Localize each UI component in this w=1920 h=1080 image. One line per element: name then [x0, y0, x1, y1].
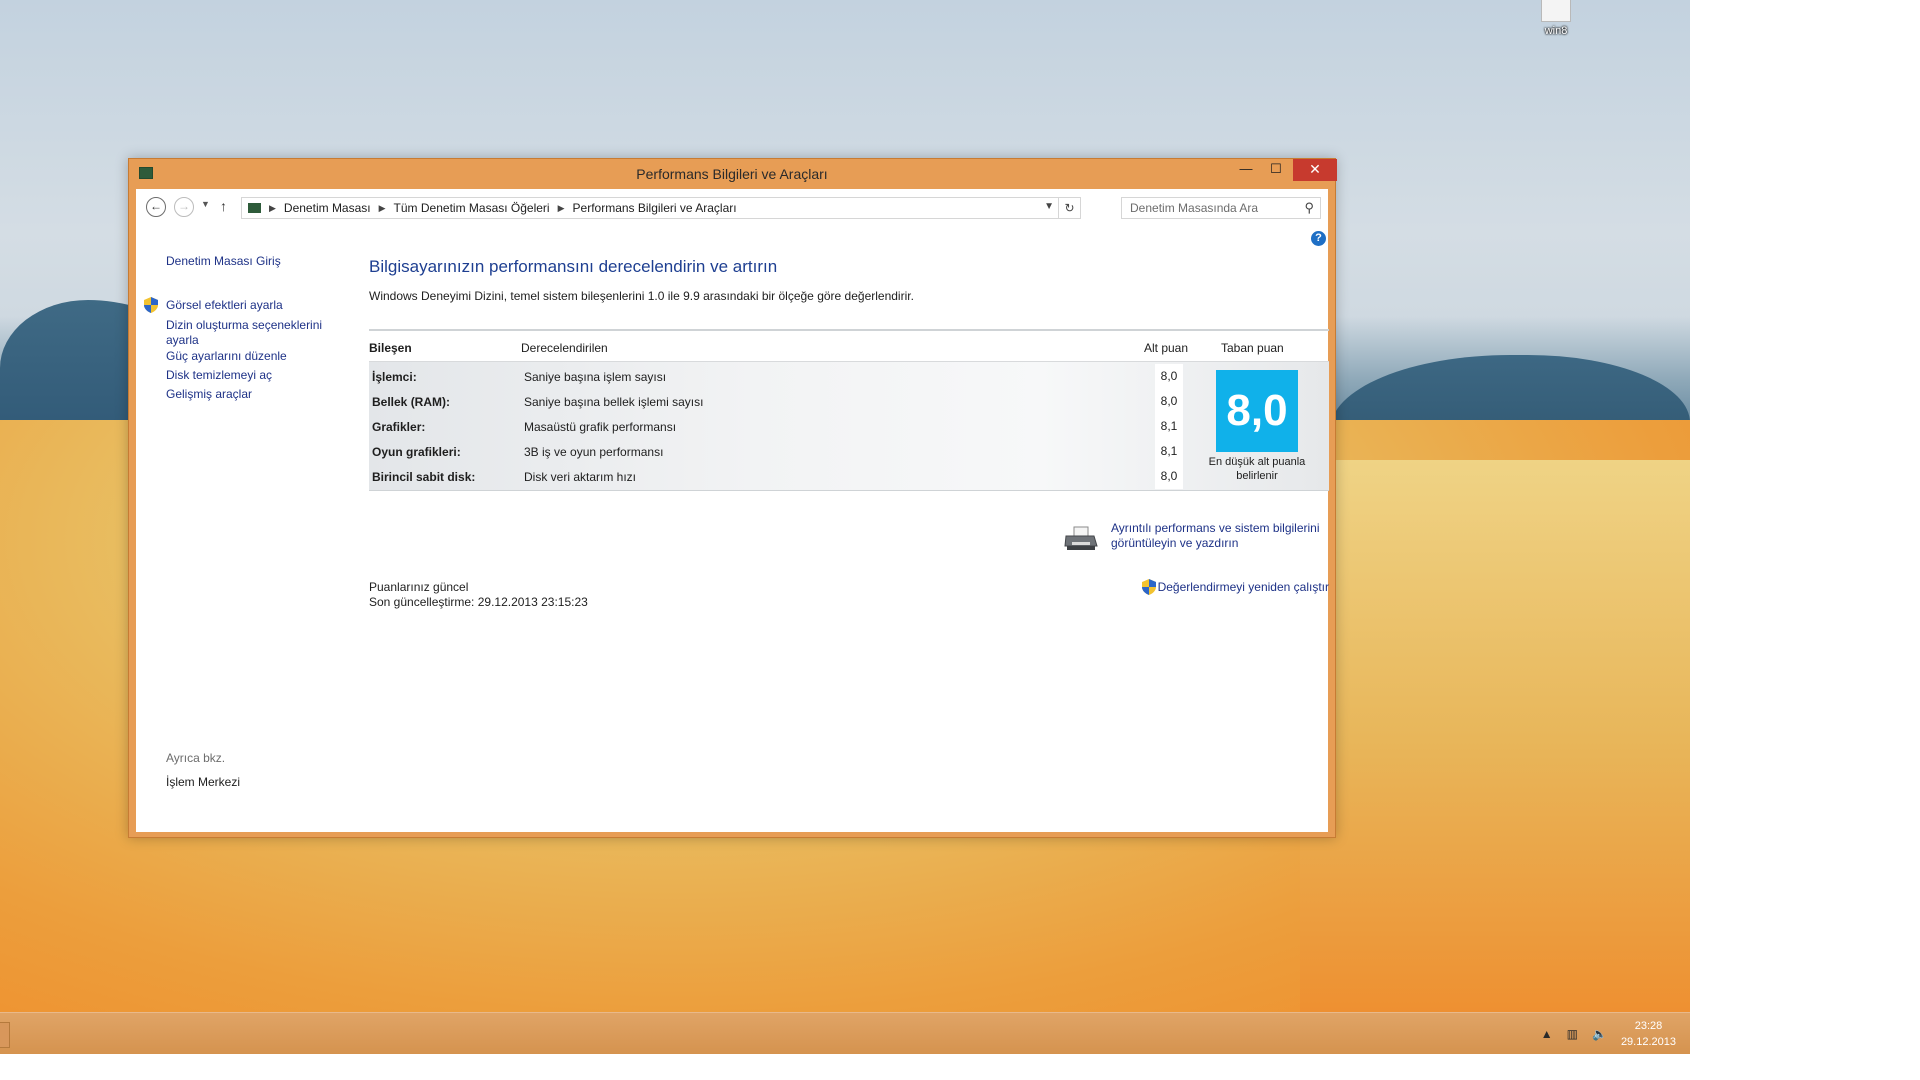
refresh-icon[interactable]: ↻ [1058, 198, 1080, 218]
maximize-button[interactable]: ☐ [1261, 159, 1291, 181]
rated-description: Saniye başına işlem sayısı [524, 370, 667, 384]
desktop-icon-win8[interactable]: win8 [1528, 0, 1584, 37]
score-table: Bileşen Derecelendirilen Alt puan Taban … [369, 329, 1329, 491]
start-button[interactable] [0, 1022, 10, 1048]
sidebar-link-advanced-tools[interactable]: Gelişmiş araçlar [166, 387, 336, 402]
address-dropdown-chevron-icon[interactable]: ▼ [1044, 201, 1054, 212]
rated-description: Masaüstü grafik performansı [524, 420, 677, 434]
table-row: Bellek (RAM): Saniye başına bellek işlem… [369, 389, 1329, 414]
subscore-value: 8,1 [1155, 414, 1183, 439]
address-bar[interactable]: ▶ Denetim Masası ▶ Tüm Denetim Masası Öğ… [241, 197, 1081, 219]
component-name: Bellek (RAM): [372, 395, 451, 409]
breadcrumb-separator-icon[interactable]: ▶ [269, 203, 276, 214]
uac-shield-icon [144, 297, 158, 313]
print-details-link[interactable]: Ayrıntılı performans ve sistem bilgileri… [1111, 521, 1336, 551]
column-header-rated: Derecelendirilen [521, 341, 608, 355]
rerun-assessment-label: Değerlendirmeyi yeniden çalıştır [1157, 580, 1329, 594]
score-table-header: Bileşen Derecelendirilen Alt puan Taban … [369, 329, 1329, 362]
component-name: Birincil sabit disk: [372, 470, 476, 484]
clock-time: 23:28 [1634, 1020, 1663, 1032]
sidebar-link-disk-cleanup[interactable]: Disk temizlemeyi aç [166, 368, 336, 383]
clock-date: 29.12.2013 [1620, 1036, 1676, 1048]
window-title: Performans Bilgileri ve Araçları [636, 166, 828, 182]
rated-description: 3B iş ve oyun performansı [524, 445, 664, 459]
system-tray: ▲ ▥ 🔈 23:28 29.12.2013 [1541, 1013, 1676, 1054]
recent-locations-chevron-icon[interactable]: ▼ [201, 199, 210, 209]
breadcrumb-all-items[interactable]: Tüm Denetim Masası Öğeleri [394, 201, 550, 215]
desktop: win8 Performans Bilgileri ve Araçları — … [0, 0, 1690, 1054]
subscore-value: 8,0 [1155, 389, 1183, 414]
back-arrow-icon[interactable]: ← [146, 197, 166, 217]
base-score-tile: 8,0 [1216, 370, 1298, 452]
close-button[interactable]: ✕ [1293, 159, 1337, 181]
navigation-bar: ← → ▼ ↑ ▶ Denetim Masası ▶ Tüm Denetim M… [136, 189, 1328, 229]
component-name: İşlemci: [372, 370, 417, 384]
subscore-value: 8,0 [1155, 364, 1183, 389]
file-icon [1541, 0, 1571, 22]
network-icon[interactable]: ▥ [1567, 1027, 1578, 1041]
component-name: Oyun grafikleri: [372, 445, 461, 459]
forward-arrow-icon[interactable]: → [174, 197, 194, 217]
sidebar-home-link[interactable]: Denetim Masası Giriş [166, 254, 336, 269]
base-score-caption: En düşük alt puanla belirlenir [1208, 456, 1306, 482]
main-content: Bilgisayarınızın performansını derecelen… [369, 239, 1329, 829]
performance-window: Performans Bilgileri ve Araçları — ☐ ✕ ←… [128, 158, 1337, 838]
wallpaper-sand-right [1300, 460, 1690, 1020]
table-row: Birincil sabit disk: Disk veri aktarım h… [369, 464, 1329, 489]
see-also-label: Ayrıca bkz. [166, 751, 226, 765]
component-name: Grafikler: [372, 420, 426, 434]
action-center-link[interactable]: İşlem Merkezi [166, 775, 240, 789]
desktop-icon-label: win8 [1544, 25, 1568, 37]
breadcrumb-control-panel[interactable]: Denetim Masası [284, 201, 371, 215]
subscore-value: 8,0 [1155, 464, 1183, 489]
column-header-component: Bileşen [369, 341, 412, 355]
speaker-icon[interactable]: 🔈 [1592, 1027, 1607, 1041]
breadcrumb-performance[interactable]: Performans Bilgileri ve Araçları [573, 201, 737, 215]
printer-icon [1064, 526, 1098, 550]
scores-status: Puanlarınız güncel [369, 580, 469, 594]
sidebar-link-power-settings[interactable]: Güç ayarlarını düzenle [166, 349, 336, 364]
last-updated: Son güncelleştirme: 29.12.2013 23:15:23 [369, 595, 588, 609]
table-row: İşlemci: Saniye başına işlem sayısı 8,0 [369, 364, 1329, 389]
taskbar: ▲ ▥ 🔈 23:28 29.12.2013 [0, 1012, 1690, 1054]
breadcrumb-separator-icon[interactable]: ▶ [558, 203, 565, 214]
minimize-button[interactable]: — [1231, 159, 1261, 181]
uac-shield-icon [1141, 579, 1156, 595]
sidebar-link-visual-effects[interactable]: Görsel efektleri ayarla [166, 298, 336, 313]
column-header-subscore: Alt puan [1144, 341, 1189, 355]
search-placeholder: Denetim Masasında Ara [1130, 201, 1259, 215]
control-panel-icon [248, 203, 261, 213]
table-row: Oyun grafikleri: 3B iş ve oyun performan… [369, 439, 1329, 464]
search-input[interactable]: Denetim Masasında Ara ⚲ [1121, 197, 1321, 219]
search-icon[interactable]: ⚲ [1304, 200, 1314, 216]
column-header-base-score: Taban puan [1221, 341, 1284, 355]
score-table-body: İşlemci: Saniye başına işlem sayısı 8,0 … [369, 362, 1329, 491]
rerun-assessment-link[interactable]: Değerlendirmeyi yeniden çalıştır [1141, 579, 1329, 595]
rated-description: Disk veri aktarım hızı [524, 470, 637, 484]
window-client: ← → ▼ ↑ ▶ Denetim Masası ▶ Tüm Denetim M… [136, 189, 1329, 832]
show-hidden-icons-chevron-icon[interactable]: ▲ [1541, 1027, 1553, 1041]
title-bar[interactable]: Performans Bilgileri ve Araçları — ☐ ✕ [129, 159, 1337, 189]
up-arrow-icon[interactable]: ↑ [220, 198, 227, 214]
subscore-value: 8,1 [1155, 439, 1183, 464]
sidebar-link-indexing-options[interactable]: Dizin oluşturma seçeneklerini ayarla [166, 318, 336, 348]
page-title: Bilgisayarınızın performansını derecelen… [369, 257, 778, 276]
page-description: Windows Deneyimi Dizini, temel sistem bi… [369, 289, 914, 303]
table-row: Grafikler: Masaüstü grafik performansı 8… [369, 414, 1329, 439]
breadcrumb-separator-icon[interactable]: ▶ [379, 203, 386, 214]
taskbar-clock[interactable]: 23:28 29.12.2013 [1621, 1018, 1676, 1050]
sidebar: Denetim Masası Giriş Görsel efektleri ay… [136, 239, 356, 829]
rated-description: Saniye başına bellek işlemi sayısı [524, 395, 704, 409]
